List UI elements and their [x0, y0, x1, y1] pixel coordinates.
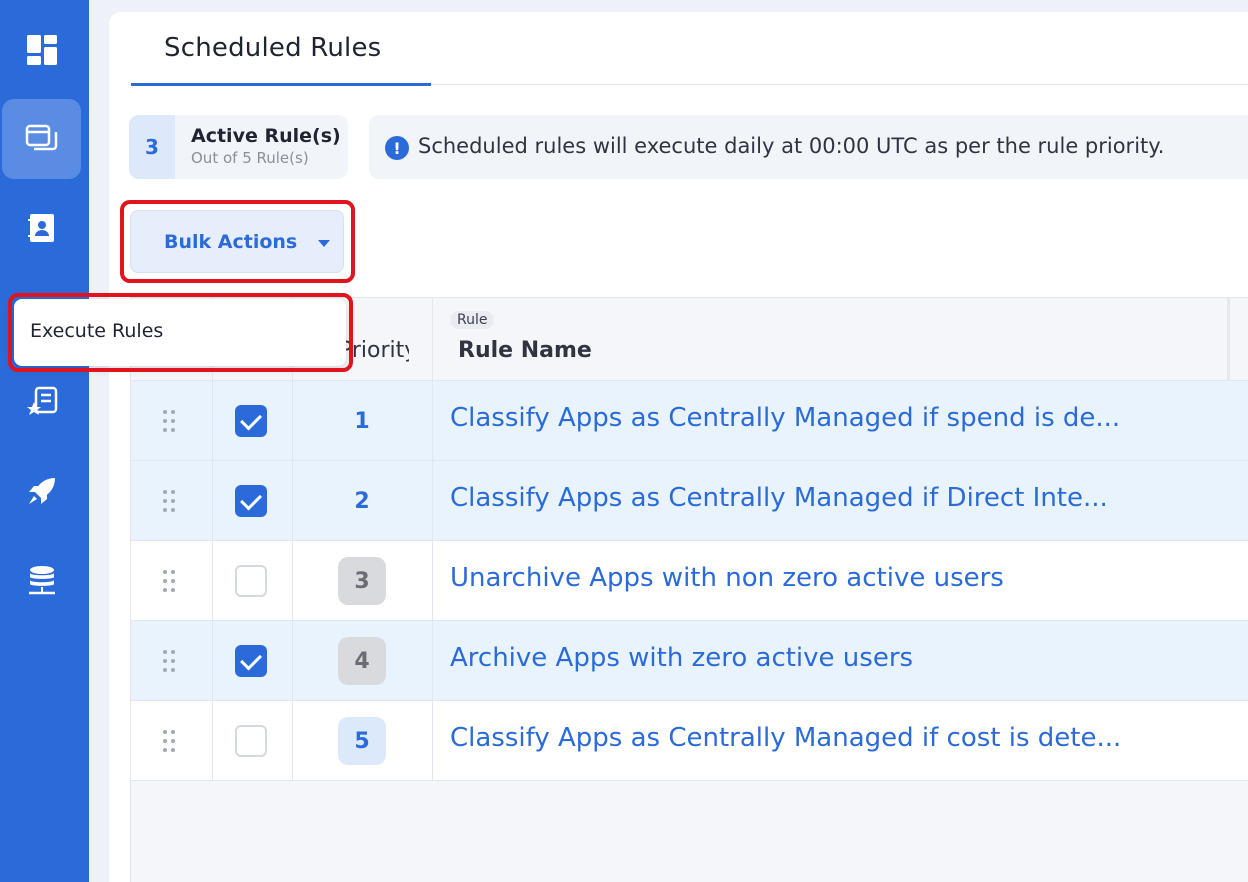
sidebar-item-dashboard[interactable] — [2, 10, 81, 90]
cell-divider — [212, 541, 213, 621]
info-message: Scheduled rules will execute daily at 00… — [418, 134, 1165, 158]
active-rules-count: 3 — [129, 115, 175, 179]
rule-name-link[interactable]: Archive Apps with zero active users — [450, 643, 913, 673]
starred-document-icon — [26, 386, 57, 415]
drag-handle-icon[interactable] — [163, 730, 177, 754]
priority-badge: 5 — [338, 717, 386, 765]
drag-handle-icon[interactable] — [163, 570, 177, 594]
rule-name-link[interactable]: Classify Apps as Centrally Managed if sp… — [450, 403, 1120, 433]
sidebar-item-reports[interactable] — [2, 362, 81, 442]
cell-divider — [212, 381, 213, 461]
row-checkbox[interactable] — [235, 405, 267, 437]
table-row[interactable]: 4 Archive Apps with zero active users — [131, 621, 1248, 701]
database-icon — [28, 566, 55, 595]
cell-divider — [292, 381, 293, 461]
active-rules-card: 3 Active Rule(s) Out of 5 Rule(s) — [129, 115, 348, 179]
priority-badge: 4 — [338, 637, 386, 685]
cell-divider — [432, 621, 433, 701]
row-checkbox[interactable] — [235, 485, 267, 517]
highlight-box-execute-rules — [8, 293, 353, 372]
table-row[interactable]: 5 Classify Apps as Centrally Managed if … — [131, 701, 1248, 781]
drag-handle-icon[interactable] — [163, 650, 177, 674]
sidebar-item-users[interactable] — [2, 188, 81, 268]
contact-book-icon — [27, 214, 54, 242]
sidebar-item-launch[interactable] — [2, 451, 81, 531]
cell-divider — [292, 461, 293, 541]
highlight-box-bulk-actions — [120, 200, 355, 283]
table-row[interactable]: 3 Unarchive Apps with non zero active us… — [131, 541, 1248, 621]
table-row[interactable]: 1 Classify Apps as Centrally Managed if … — [131, 381, 1248, 461]
cell-divider — [212, 461, 213, 541]
total-rules-label: Out of 5 Rule(s) — [191, 149, 309, 167]
rules-table: Priority Rule Rule Name 1 Classify Apps … — [130, 297, 1248, 882]
row-checkbox[interactable] — [235, 565, 267, 597]
priority-badge: 1 — [354, 408, 370, 434]
cell-divider — [432, 701, 433, 781]
windows-icon — [25, 124, 57, 151]
drag-handle-icon[interactable] — [163, 410, 177, 434]
sidebar-item-data[interactable] — [2, 540, 81, 620]
rule-name-link[interactable]: Unarchive Apps with non zero active user… — [450, 563, 1004, 593]
cell-divider — [292, 621, 293, 701]
cell-divider — [292, 701, 293, 781]
rule-name-link[interactable]: Classify Apps as Centrally Managed if Di… — [450, 483, 1108, 513]
cell-divider — [432, 541, 433, 621]
table-row[interactable]: 2 Classify Apps as Centrally Managed if … — [131, 461, 1248, 541]
cell-divider — [292, 541, 293, 621]
active-rules-label: Active Rule(s) — [191, 125, 341, 147]
priority-badge: 2 — [354, 488, 370, 514]
sidebar — [0, 0, 89, 882]
info-icon: ! — [385, 136, 409, 160]
rule-name-link[interactable]: Classify Apps as Centrally Managed if co… — [450, 723, 1121, 753]
column-chip-rule: Rule — [450, 311, 495, 329]
priority-badge: 3 — [338, 557, 386, 605]
dashboard-icon — [26, 35, 57, 65]
cell-divider — [432, 461, 433, 541]
row-checkbox[interactable] — [235, 725, 267, 757]
tab-scheduled-rules[interactable]: Scheduled Rules — [164, 33, 381, 63]
row-checkbox[interactable] — [235, 645, 267, 677]
column-header-rule-name[interactable]: Rule Name — [458, 338, 592, 363]
cell-divider — [212, 701, 213, 781]
active-tab-indicator — [131, 83, 431, 86]
rocket-icon — [28, 478, 55, 504]
info-banner: ! Scheduled rules will execute daily at … — [369, 115, 1248, 179]
drag-handle-icon[interactable] — [163, 490, 177, 514]
cell-divider — [432, 381, 433, 461]
cell-divider — [212, 621, 213, 701]
sidebar-item-applications[interactable] — [2, 99, 81, 179]
tab-divider — [431, 84, 1248, 85]
